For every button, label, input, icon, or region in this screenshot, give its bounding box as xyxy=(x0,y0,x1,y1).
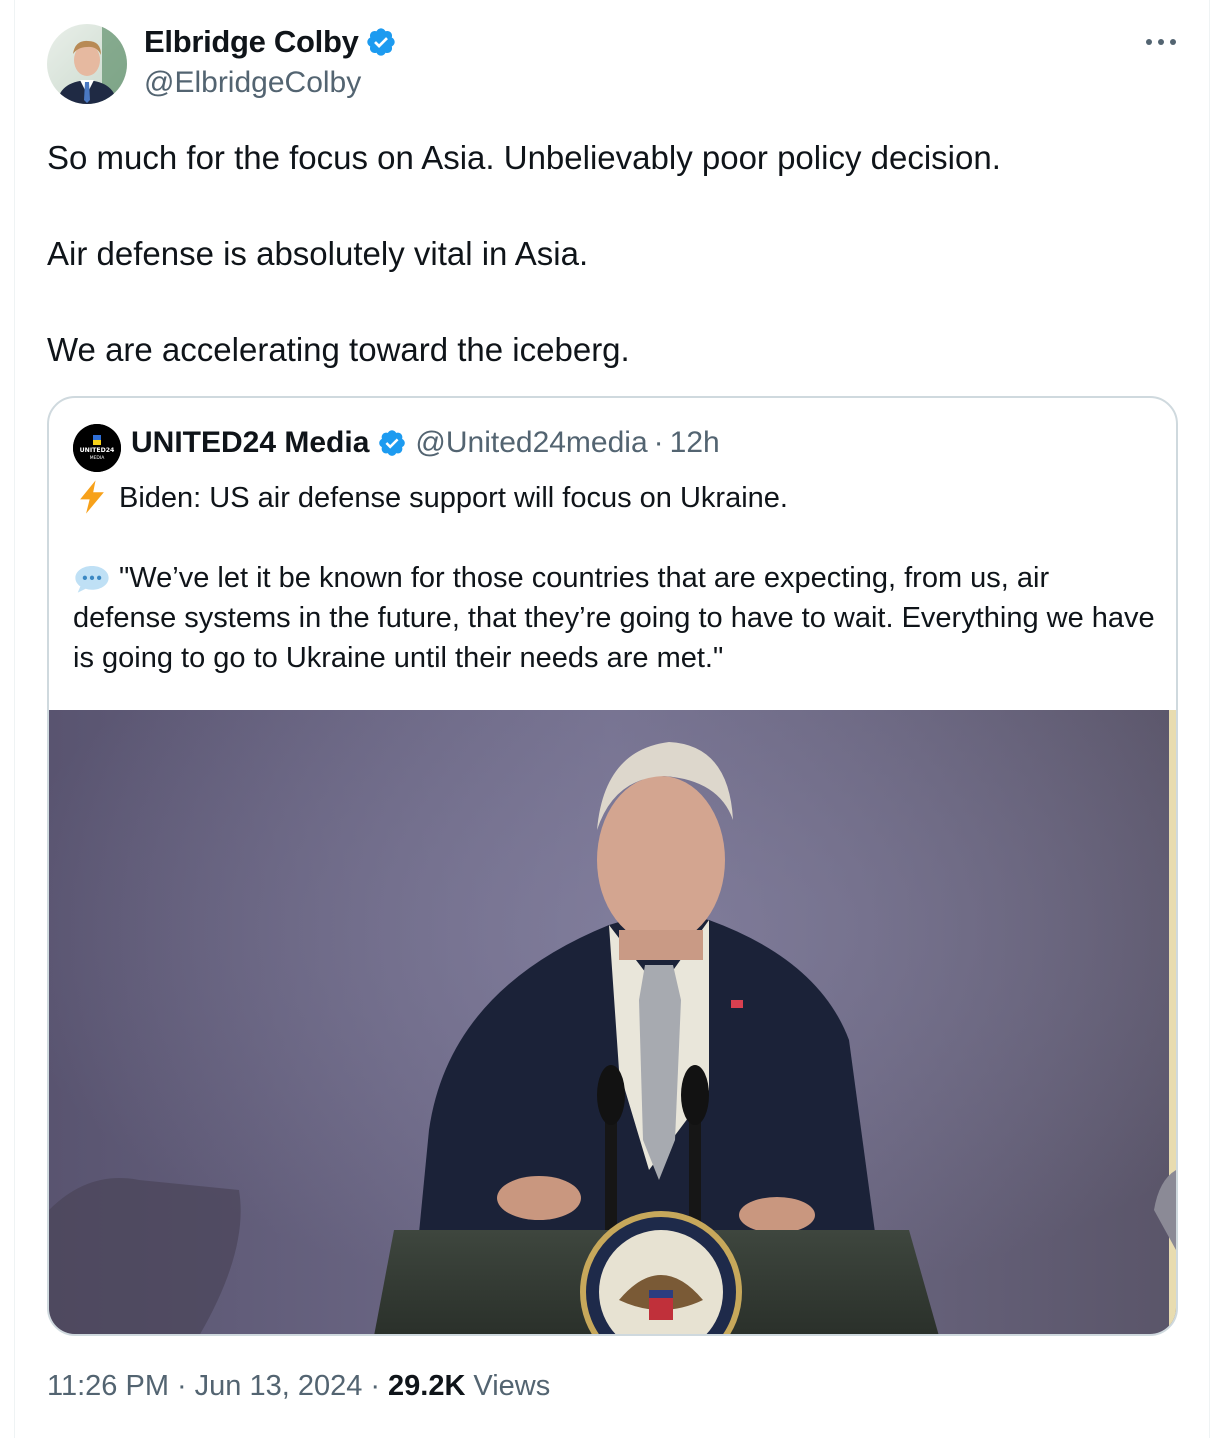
quoted-tweet-text: Biden: US air defense support will focus… xyxy=(73,478,1158,678)
quoted-author-handle[interactable]: @United24media xyxy=(415,426,647,460)
verified-badge-icon xyxy=(366,28,395,56)
quoted-avatar-logo-text: UNITED24 xyxy=(80,447,115,454)
author-name-text[interactable]: Elbridge Colby xyxy=(144,24,359,60)
quoted-tweet-media[interactable] xyxy=(49,710,1176,1334)
quoted-line-1: Biden: US air defense support will focus… xyxy=(73,478,1158,518)
author-handle[interactable]: @ElbridgeColby xyxy=(144,66,361,100)
frame-border-right xyxy=(1209,0,1210,1438)
lightning-bolt-icon xyxy=(80,480,104,514)
quoted-author-avatar[interactable]: UNITED24 MEDIA xyxy=(73,424,121,472)
tweet-text: So much for the focus on Asia. Unbelieva… xyxy=(47,134,1177,374)
tweet-paragraph: Air defense is absolutely vital in Asia. xyxy=(47,235,589,272)
author-name[interactable]: Elbridge Colby xyxy=(144,24,397,60)
tweet-meta: 11:26 PM · Jun 13, 2024 · 29.2K Views xyxy=(47,1370,550,1403)
quoted-line-1-text: Biden: US air defense support will focus… xyxy=(119,482,788,514)
tweet-date[interactable]: Jun 13, 2024 xyxy=(195,1370,363,1403)
tweet-paragraph: So much for the focus on Asia. Unbelieva… xyxy=(47,139,1001,176)
quoted-tweet-time[interactable]: 12h xyxy=(670,426,720,460)
media-photo xyxy=(49,710,1176,1334)
quoted-line-2: "We’ve let it be known for those countri… xyxy=(73,558,1158,678)
quoted-line-2-text: "We’ve let it be known for those countri… xyxy=(73,562,1155,675)
quoted-tweet-header: UNITED24 Media @United24media · 12h xyxy=(131,426,720,460)
separator-dot: · xyxy=(176,1370,187,1402)
verified-badge-icon xyxy=(379,430,406,456)
speech-bubble-icon xyxy=(75,566,109,593)
quoted-tweet-card[interactable]: UNITED24 MEDIA UNITED24 Media @United24m… xyxy=(47,396,1178,1336)
tweet-paragraph: We are accelerating toward the iceberg. xyxy=(47,331,630,368)
views-count: 29.2K xyxy=(388,1370,466,1402)
views-label: Views xyxy=(473,1370,551,1402)
more-options-icon[interactable] xyxy=(1144,30,1178,54)
frame-border-left xyxy=(14,0,15,1438)
quoted-avatar-logo-subtext: MEDIA xyxy=(90,455,106,461)
quoted-author-name[interactable]: UNITED24 Media xyxy=(131,426,369,460)
tweet-timestamp[interactable]: 11:26 PM xyxy=(47,1370,169,1403)
separator-dot: · xyxy=(370,1370,381,1402)
author-avatar[interactable] xyxy=(47,24,127,104)
separator-dot: · xyxy=(653,426,664,459)
